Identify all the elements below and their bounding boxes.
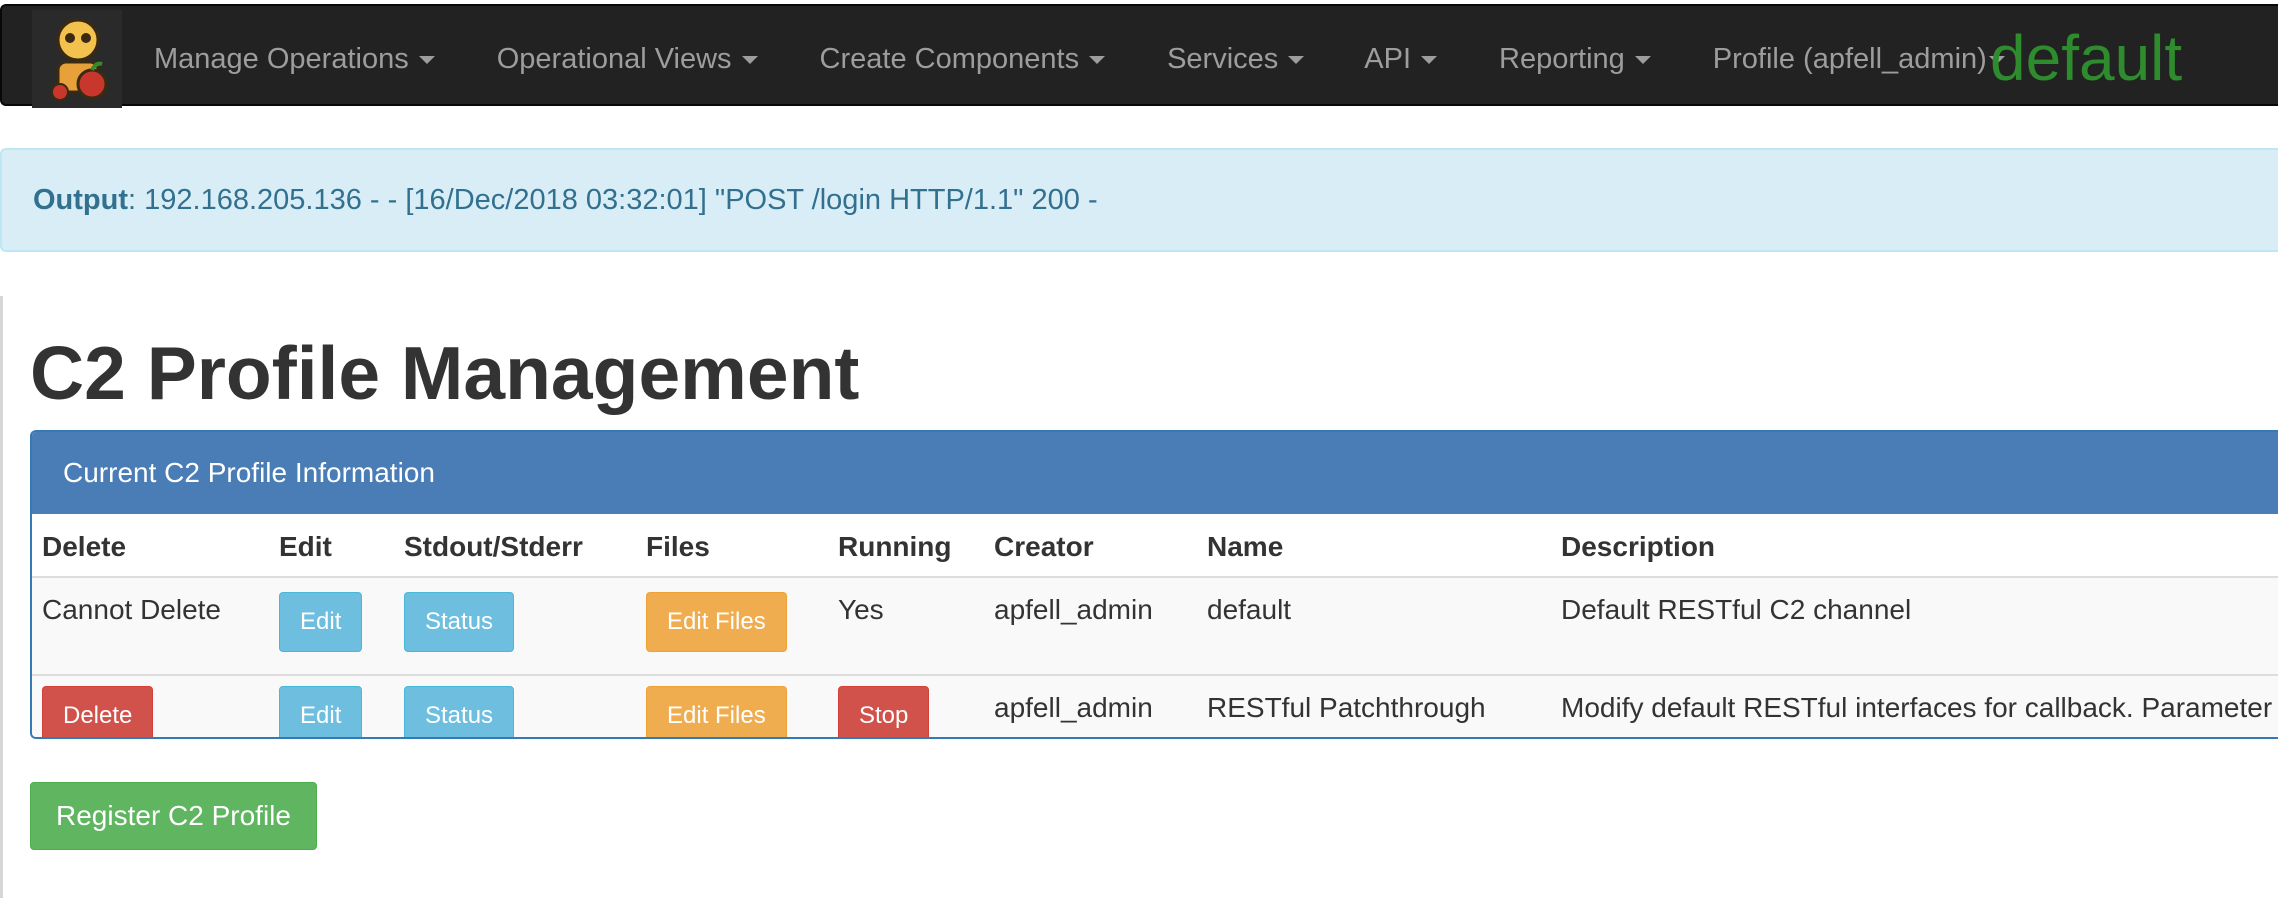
- apfell-logo-icon[interactable]: [32, 10, 122, 108]
- status-button[interactable]: Status: [404, 592, 515, 652]
- table-header-row: Delete Edit Stdout/Stderr Files Running …: [32, 514, 2278, 578]
- caret-down-icon: [741, 56, 758, 64]
- column-header: Delete: [32, 514, 269, 578]
- caret-down-icon: [1634, 56, 1651, 64]
- panel-heading: Current C2 Profile Information: [32, 432, 2278, 514]
- output-alert: Output: 192.168.205.136 - - [16/Dec/2018…: [0, 148, 2278, 252]
- creator-cell: apfell_admin: [984, 577, 1197, 676]
- column-header: Creator: [984, 514, 1197, 578]
- register-c2-profile-button[interactable]: Register C2 Profile: [30, 782, 317, 850]
- delete-status-text: Cannot Delete: [32, 577, 269, 676]
- page-title: C2 Profile Management: [30, 331, 860, 415]
- c2-profile-table: Delete Edit Stdout/Stderr Files Running …: [32, 514, 2278, 737]
- nav-services-label: Services: [1167, 42, 1279, 75]
- table-row: Cannot Delete Edit Status Edit Files Yes…: [32, 577, 2278, 676]
- column-header: Stdout/Stderr: [394, 514, 636, 578]
- nav-operational-views-label: Operational Views: [496, 42, 732, 75]
- creator-cell: apfell_admin: [984, 675, 1197, 737]
- c2-profile-panel: Current C2 Profile Information Delete Ed…: [30, 430, 2278, 739]
- name-cell: RESTful Patchthrough: [1197, 675, 1551, 737]
- description-cell: Default RESTful C2 channel: [1551, 577, 2278, 676]
- content-divider: [0, 296, 3, 898]
- column-header: Edit: [269, 514, 394, 578]
- nav-menu: Manage Operations Operational Views Crea…: [154, 6, 2005, 112]
- top-navbar: Manage Operations Operational Views Crea…: [0, 4, 2278, 108]
- nav-manage-operations-label: Manage Operations: [154, 42, 409, 75]
- nav-api-label: API: [1364, 42, 1412, 75]
- caret-down-icon: [418, 56, 435, 64]
- output-label: Output: [33, 183, 129, 216]
- table-row: Delete Edit Status Edit Files Stop apfel…: [32, 675, 2278, 737]
- stop-button[interactable]: Stop: [838, 686, 930, 737]
- edit-button[interactable]: Edit: [279, 686, 363, 737]
- edit-files-button[interactable]: Edit Files: [646, 686, 787, 737]
- caret-down-icon: [1421, 56, 1438, 64]
- caret-down-icon: [1089, 56, 1106, 64]
- column-header: Name: [1197, 514, 1551, 578]
- nav-profile[interactable]: Profile (apfell_admin): [1713, 43, 2005, 76]
- nav-manage-operations[interactable]: Manage Operations: [154, 43, 435, 76]
- column-header: Files: [636, 514, 828, 578]
- edit-button[interactable]: Edit: [279, 592, 363, 652]
- column-header: Description: [1551, 514, 2278, 578]
- output-message: : 192.168.205.136 - - [16/Dec/2018 03:32…: [128, 183, 1098, 216]
- status-button[interactable]: Status: [404, 686, 515, 737]
- nav-reporting[interactable]: Reporting: [1499, 43, 1651, 76]
- nav-services[interactable]: Services: [1167, 42, 1305, 76]
- nav-operational-views[interactable]: Operational Views: [497, 43, 758, 76]
- nav-reporting-label: Reporting: [1499, 42, 1625, 75]
- nav-create-components[interactable]: Create Components: [820, 43, 1106, 76]
- column-header: Running: [828, 514, 984, 578]
- current-operation-name[interactable]: default: [1990, 18, 2182, 98]
- description-cell: Modify default RESTful interfaces for ca…: [1551, 675, 2278, 737]
- nav-profile-label: Profile (apfell_admin): [1712, 42, 1987, 75]
- edit-files-button[interactable]: Edit Files: [646, 592, 787, 652]
- nav-create-components-label: Create Components: [819, 42, 1080, 75]
- name-cell: default: [1197, 577, 1551, 676]
- caret-down-icon: [1288, 56, 1305, 64]
- delete-button[interactable]: Delete: [42, 686, 154, 737]
- nav-api[interactable]: API: [1364, 42, 1438, 76]
- running-status-text: Yes: [828, 577, 984, 676]
